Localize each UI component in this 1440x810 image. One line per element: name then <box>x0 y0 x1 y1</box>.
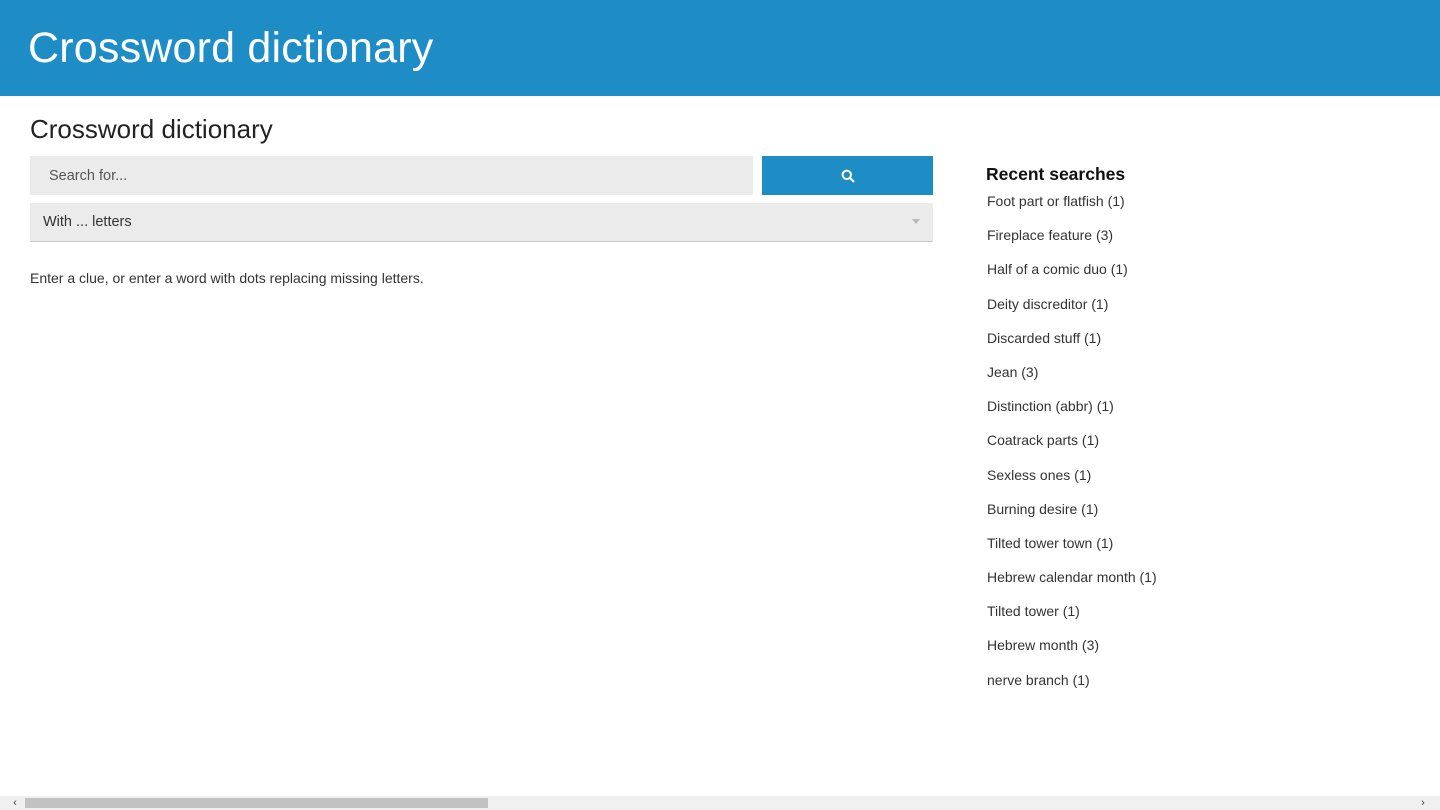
recent-search-link[interactable]: nerve branch (1) <box>987 672 1090 688</box>
recent-search-link[interactable]: Deity discreditor (1) <box>987 296 1108 312</box>
recent-search-link[interactable]: Distinction (abbr) (1) <box>987 398 1114 414</box>
recent-search-link[interactable]: Jean (3) <box>987 364 1038 380</box>
chevron-down-icon <box>912 219 920 224</box>
recent-search-link[interactable]: Fireplace feature (3) <box>987 227 1113 243</box>
scroll-thumb[interactable] <box>25 798 488 808</box>
list-item: Hebrew calendar month (1) <box>986 566 1286 600</box>
list-item: Sexless ones (1) <box>986 464 1286 498</box>
recent-search-link[interactable]: Tilted tower (1) <box>987 603 1080 619</box>
list-item: Half of a comic duo (1) <box>986 258 1286 292</box>
list-item: Deity discreditor (1) <box>986 293 1286 327</box>
recent-search-link[interactable]: Coatrack parts (1) <box>987 432 1099 448</box>
recent-search-link[interactable]: Discarded stuff (1) <box>987 330 1101 346</box>
list-item: Hebrew month (3) <box>986 634 1286 668</box>
recent-search-link[interactable]: Tilted tower town (1) <box>987 535 1113 551</box>
recent-search-link[interactable]: Half of a comic duo (1) <box>987 261 1128 277</box>
horizontal-scrollbar[interactable]: ‹ › <box>0 796 1440 810</box>
scroll-right-icon[interactable]: › <box>1416 796 1430 810</box>
list-item: Burning desire (1) <box>986 498 1286 532</box>
scroll-left-icon[interactable]: ‹ <box>8 796 22 810</box>
search-icon <box>841 169 854 182</box>
list-item: nerve branch (1) <box>986 669 1286 703</box>
search-input[interactable] <box>30 156 753 195</box>
recent-search-link[interactable]: Hebrew month (3) <box>987 637 1099 653</box>
list-item: Tilted tower (1) <box>986 600 1286 634</box>
recent-searches-panel: Recent searches Foot part or flatfish (1… <box>986 162 1286 703</box>
list-item: Tilted tower town (1) <box>986 532 1286 566</box>
letters-select[interactable]: With ... letters <box>30 203 933 242</box>
letters-select-value: With ... letters <box>43 214 132 230</box>
recent-search-link[interactable]: Burning desire (1) <box>987 501 1098 517</box>
list-item: Discarded stuff (1) <box>986 327 1286 361</box>
app-header: Crossword dictionary <box>0 0 1440 96</box>
list-item: Foot part or flatfish (1) <box>986 190 1286 224</box>
recent-search-link[interactable]: Hebrew calendar month (1) <box>987 569 1157 585</box>
list-item: Distinction (abbr) (1) <box>986 395 1286 429</box>
list-item: Jean (3) <box>986 361 1286 395</box>
page-title: Crossword dictionary <box>30 114 273 144</box>
search-button[interactable] <box>762 156 933 195</box>
recent-search-link[interactable]: Sexless ones (1) <box>987 467 1091 483</box>
recent-searches-heading: Recent searches <box>986 164 1126 184</box>
app-title: Crossword dictionary <box>28 24 434 72</box>
recent-search-link[interactable]: Foot part or flatfish (1) <box>987 193 1125 209</box>
list-item: Fireplace feature (3) <box>986 224 1286 258</box>
help-text: Enter a clue, or enter a word with dots … <box>30 270 424 286</box>
list-item: Coatrack parts (1) <box>986 429 1286 463</box>
recent-searches-list: Foot part or flatfish (1) Fireplace feat… <box>986 190 1286 703</box>
